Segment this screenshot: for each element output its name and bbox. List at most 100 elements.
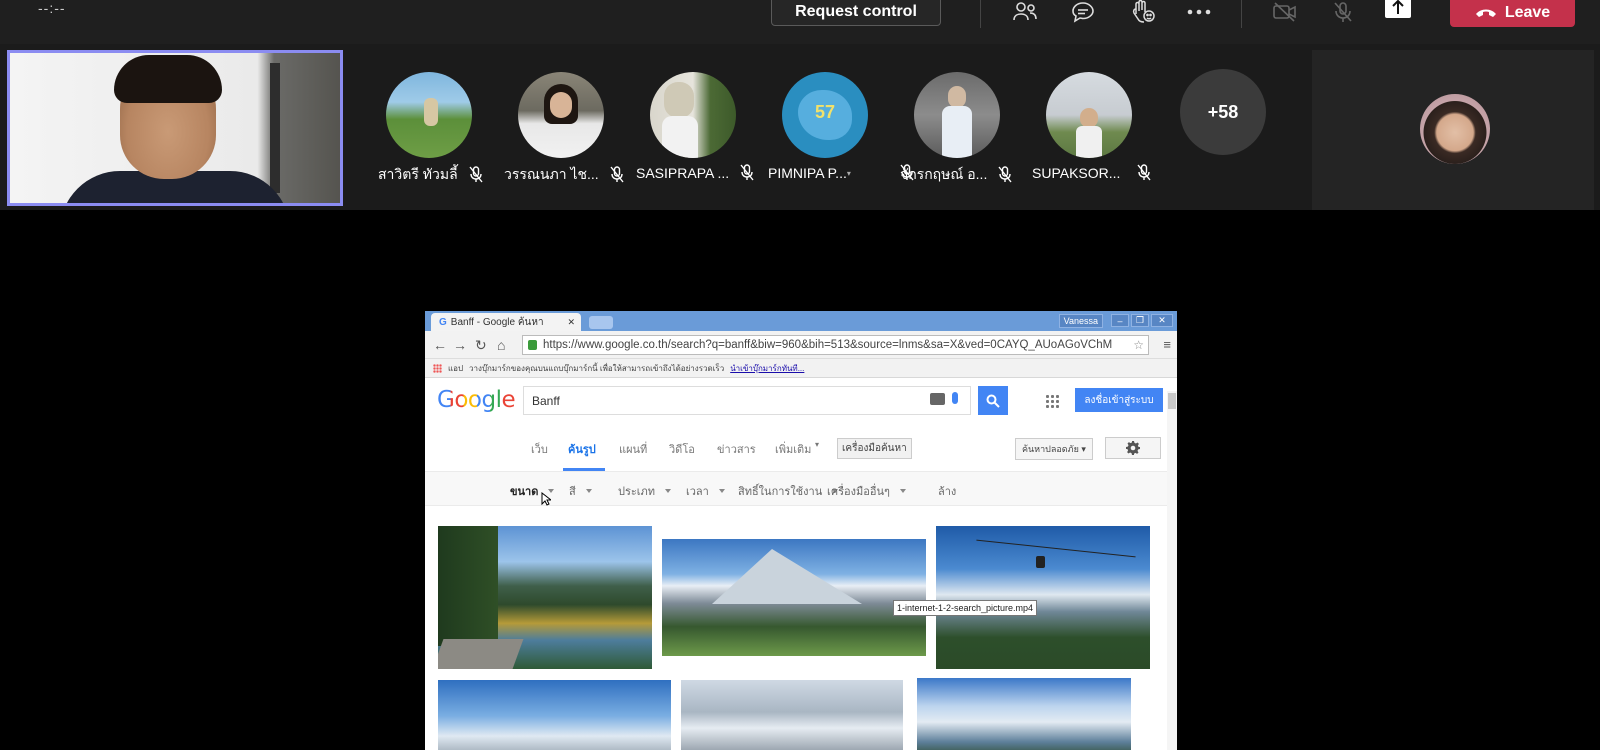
filter-more-tools[interactable]: เครื่องมืออื่นๆ (827, 482, 906, 500)
tab-news[interactable]: ข่าวสาร (717, 440, 756, 458)
mic-off-icon[interactable] (1328, 0, 1358, 26)
camera-icon[interactable] (930, 393, 945, 405)
new-tab-button[interactable] (589, 316, 613, 329)
filter-type[interactable]: ประเภท (618, 482, 672, 500)
avatar (650, 72, 736, 158)
participant-tile[interactable] (912, 72, 1002, 158)
chevron-down-icon: ▾ (846, 168, 851, 178)
image-result[interactable] (438, 526, 652, 669)
back-icon[interactable]: ← (433, 337, 447, 353)
presenter-video-tile[interactable] (7, 50, 343, 206)
more-options-icon[interactable] (1184, 0, 1214, 26)
people-icon[interactable] (1010, 0, 1040, 26)
minimize-icon[interactable]: – (1111, 314, 1129, 327)
forward-icon[interactable]: → (453, 337, 467, 353)
filter-time[interactable]: เวลา (686, 482, 725, 500)
home-icon[interactable]: ⌂ (497, 337, 505, 353)
apps-grid-icon[interactable] (433, 363, 442, 373)
filter-type-label: ประเภท (618, 486, 656, 498)
tab-more[interactable]: เพิ่มเติม (775, 440, 811, 458)
image-filter-bar: ขนาด สี ประเภท เวลา สิทธิ์ในการใช้งาน เค… (425, 472, 1177, 506)
search-icon (986, 394, 1000, 408)
settings-button[interactable] (1105, 437, 1161, 459)
browser-titlebar: G Banff - Google ค้นหา ✕ Vanessa – ❐ ✕ (425, 311, 1177, 331)
safe-search-label: ค้นหาปลอดภัย (1022, 444, 1079, 454)
menu-icon[interactable]: ≡ (1163, 337, 1171, 352)
avatar (386, 72, 472, 158)
search-tools-button[interactable]: เครื่องมือค้นหา (837, 438, 912, 459)
participant-name-row: วรรณนภา ไช... (504, 164, 625, 186)
chat-icon[interactable] (1068, 0, 1098, 26)
self-video-tile[interactable] (1312, 50, 1594, 210)
close-icon[interactable]: ✕ (567, 317, 575, 328)
mic-off-icon (740, 164, 754, 181)
mic-off-icon (998, 166, 1012, 183)
browser-tab[interactable]: G Banff - Google ค้นหา ✕ (431, 313, 581, 331)
image-result[interactable] (936, 526, 1150, 669)
more-participants-button[interactable]: +58 (1180, 69, 1266, 155)
filter-color[interactable]: สี (569, 482, 592, 500)
maximize-icon[interactable]: ❐ (1131, 314, 1149, 327)
image-result[interactable] (681, 680, 903, 750)
tab-web[interactable]: เว็บ (531, 440, 548, 458)
participant-tile[interactable] (384, 72, 474, 158)
image-result[interactable] (662, 539, 926, 656)
search-input[interactable]: Banff (523, 386, 971, 415)
google-logo[interactable]: Google (437, 387, 516, 413)
share-screen-icon[interactable] (1385, 0, 1411, 18)
tab-images[interactable]: ค้นรูป (568, 440, 596, 458)
participant-name-row: จักรกฤษณ์ อ... (900, 164, 1013, 186)
leave-label: Leave (1504, 3, 1551, 21)
participant-name-row: SUPAKSOR... (1032, 164, 1152, 182)
filter-usage-rights[interactable]: สิทธิ์ในการใช้งาน (738, 482, 839, 500)
filter-usage-rights-label: สิทธิ์ในการใช้งาน (738, 486, 823, 498)
toolbar-divider (1241, 0, 1242, 28)
scrollbar-thumb[interactable] (1168, 393, 1176, 409)
participant-tile[interactable] (516, 72, 606, 158)
shared-browser-window: G Banff - Google ค้นหา ✕ Vanessa – ❐ ✕ ←… (425, 311, 1177, 750)
bookmark-hint: วางบุ๊กมาร์กของคุณบนแถบบุ๊กมาร์กนี้ เพื่… (469, 363, 725, 373)
camera-off-icon[interactable] (1270, 0, 1300, 26)
participant-name: สาวิตรี ทัวมลี้ (378, 166, 458, 182)
apps-grid-icon[interactable] (1045, 394, 1059, 408)
close-icon[interactable]: ✕ (1151, 314, 1173, 327)
image-result[interactable] (917, 678, 1131, 750)
avatar (518, 72, 604, 158)
leave-button[interactable]: Leave (1450, 0, 1575, 27)
chevron-down-icon (899, 489, 906, 493)
participant-name: PIMNIPA P... (768, 165, 847, 181)
participant-tile[interactable] (1044, 72, 1134, 158)
filter-time-label: เวลา (686, 486, 709, 498)
participant-tile[interactable]: 57 (780, 72, 870, 158)
filter-size-label: ขนาด (510, 486, 539, 498)
search-button[interactable] (978, 386, 1008, 415)
address-url: https://www.google.co.th/search?q=banff&… (543, 339, 1113, 351)
image-result[interactable] (438, 680, 671, 750)
participant-name: SASIPRAPA ... (636, 165, 730, 181)
filter-color-label: สี (569, 486, 576, 498)
toolbar-divider (980, 0, 981, 28)
presenter-hair (114, 55, 222, 103)
mouse-cursor-icon (541, 492, 551, 506)
page-scrollbar[interactable] (1167, 391, 1177, 750)
participant-name: จักรกฤษณ์ อ... (900, 166, 988, 182)
voice-search-icon[interactable] (952, 392, 958, 404)
import-bookmarks-link[interactable]: นำเข้าบุ๊กมาร์กทันที... (730, 362, 804, 375)
mic-off-icon (610, 166, 624, 183)
request-control-button[interactable]: Request control (771, 0, 941, 26)
address-bar[interactable]: https://www.google.co.th/search?q=banff&… (522, 335, 1149, 355)
google-g-icon: G (439, 316, 447, 328)
google-tabs: เว็บ ค้นรูป แผนที่ วิดีโอ ข่าวสาร เพิ่มเ… (425, 426, 1177, 472)
filter-clear[interactable]: ล้าง (938, 482, 956, 500)
signin-button[interactable]: ลงชื่อเข้าสู่ระบบ (1075, 388, 1163, 412)
safe-search-dropdown[interactable]: ค้นหาปลอดภัย ▾ (1015, 438, 1093, 460)
participant-name-row: PIMNIPA P... ▾ (768, 164, 915, 182)
reload-icon[interactable]: ↻ (475, 337, 487, 354)
reactions-icon[interactable] (1128, 0, 1158, 26)
star-icon[interactable]: ☆ (1133, 338, 1144, 352)
active-tab-indicator (563, 468, 605, 471)
participant-tile[interactable] (648, 72, 738, 158)
bookmark-apps[interactable]: แอป (448, 362, 463, 375)
tab-maps[interactable]: แผนที่ (619, 440, 647, 458)
tab-videos[interactable]: วิดีโอ (669, 440, 695, 458)
